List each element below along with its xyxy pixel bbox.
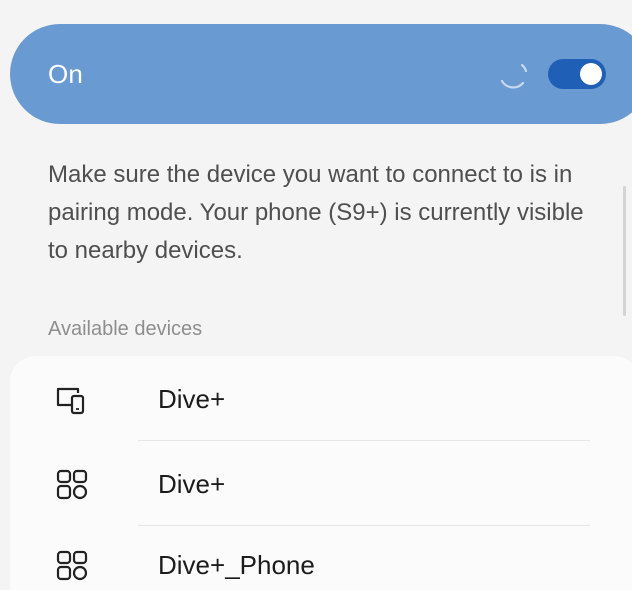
scrollbar[interactable] <box>623 186 626 316</box>
phone-tablet-icon <box>56 387 85 415</box>
device-name: Dive+ <box>158 469 226 499</box>
device-item-dive-plus-1[interactable]: Dive+ <box>10 356 632 440</box>
toggle-knob <box>580 63 602 85</box>
device-item-dive-plus-phone[interactable]: Dive+_Phone <box>10 522 632 590</box>
bluetooth-toggle-switch[interactable] <box>548 59 606 89</box>
device-name: Dive+_Phone <box>158 550 315 580</box>
master-switch-label: On <box>48 58 84 89</box>
device-name: Dive+ <box>158 384 226 414</box>
bluetooth-master-switch-bar[interactable]: On <box>10 24 632 124</box>
available-devices-list: Dive+ Dive+ Dive+_Phone <box>10 356 632 590</box>
bluetooth-settings-page: On Make sure the device you want to conn… <box>0 0 632 590</box>
available-devices-header: Available devices <box>48 318 203 340</box>
device-item-dive-plus-2[interactable]: Dive+ <box>10 441 632 525</box>
scanning-spinner-icon <box>500 63 528 89</box>
device-grid-icon <box>56 550 88 581</box>
device-grid-icon <box>56 469 88 500</box>
pairing-description: Make sure the device you want to connect… <box>48 161 584 264</box>
